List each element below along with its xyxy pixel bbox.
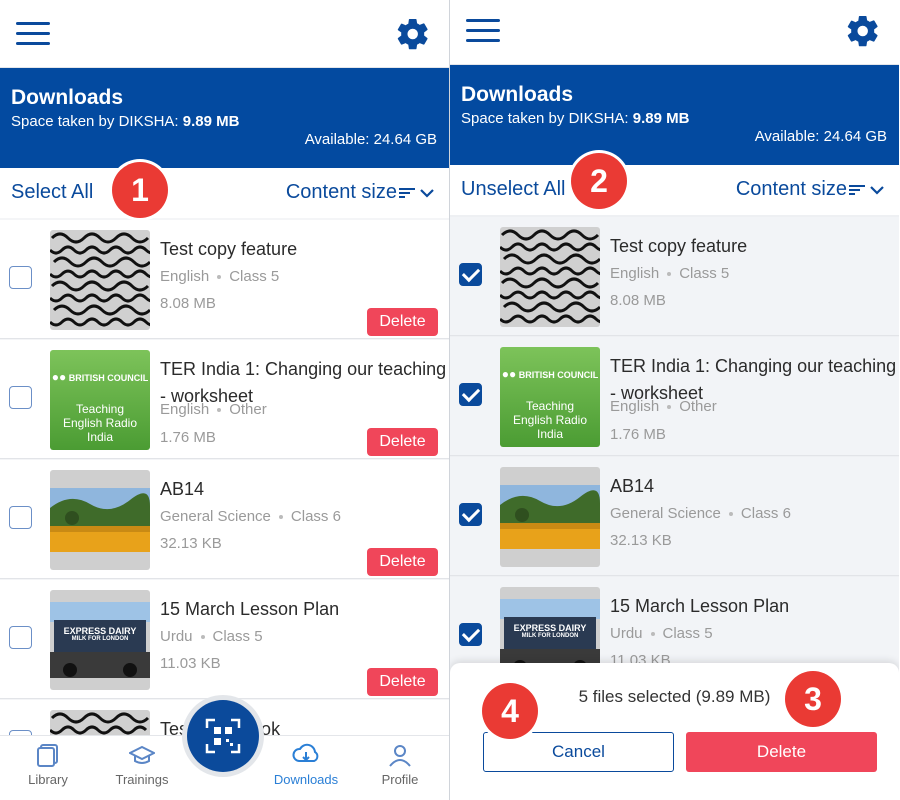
item-meta: Urdu Class 5 <box>610 625 713 642</box>
delete-selected-button[interactable]: Delete <box>686 732 877 772</box>
page-title: Downloads <box>461 83 574 106</box>
item-checkbox[interactable] <box>9 506 32 529</box>
delete-button[interactable]: Delete <box>367 548 438 576</box>
space-available-text: Available: 24.64 GB <box>304 131 437 148</box>
item-meta: English Other <box>160 401 267 418</box>
list-item[interactable]: EXPRESS DAIRY MILK FOR LONDON 15 March Le… <box>0 580 449 699</box>
cloud-download-icon <box>292 743 319 762</box>
downloads-header: Downloads Space taken by DIKSHA: 9.89 MB… <box>450 65 899 165</box>
british-council-logo: ●● BRITISH COUNCIL <box>51 370 149 384</box>
chevron-down-icon <box>870 185 884 195</box>
sort-by-content-size[interactable]: Content size <box>736 178 885 201</box>
thumbnail-express-dairy: EXPRESS DAIRY MILK FOR LONDON <box>50 590 150 690</box>
item-checkbox-checked[interactable] <box>459 623 482 646</box>
item-checkbox[interactable] <box>9 266 32 289</box>
sort-label: Content size <box>285 181 397 203</box>
hamburger-menu-icon[interactable] <box>466 19 500 43</box>
unselect-all-button[interactable]: Unselect All <box>461 178 566 201</box>
app-top-bar <box>450 0 899 65</box>
list-item[interactable]: AB14 General Science Class 6 32.13 KB Del… <box>0 460 449 579</box>
hamburger-menu-icon[interactable] <box>16 22 50 46</box>
gear-icon[interactable] <box>845 13 881 49</box>
express-dairy-sign: EXPRESS DAIRY MILK FOR LONDON <box>63 626 137 642</box>
item-meta: General Science Class 6 <box>610 505 791 522</box>
space-available-text: Available: 24.64 GB <box>754 128 887 145</box>
item-checkbox-checked[interactable] <box>459 263 482 286</box>
page-title: Downloads <box>11 86 124 109</box>
item-title: Test copy feature <box>610 236 748 256</box>
item-size: 32.13 KB <box>610 532 672 549</box>
downloads-screen-selection-mode: Downloads Space taken by DIKSHA: 9.89 MB… <box>450 0 899 800</box>
space-used-value: 9.89 MB <box>632 110 690 127</box>
nav-trainings[interactable]: Trainings <box>102 742 182 787</box>
item-checkbox[interactable] <box>9 626 32 649</box>
thumbnail-caption: Teaching English Radio India <box>62 402 138 444</box>
item-checkbox-checked[interactable] <box>459 503 482 526</box>
item-size: 1.76 MB <box>610 426 666 443</box>
item-title: AB14 <box>610 476 655 496</box>
graduation-cap-icon <box>129 745 155 764</box>
item-meta: English Class 5 <box>610 265 730 282</box>
thumbnail-landscape <box>500 467 600 567</box>
item-title: 15 March Lesson Plan <box>610 596 790 616</box>
library-icon <box>37 744 58 767</box>
qr-scan-icon <box>205 718 241 754</box>
british-council-logo: ●● BRITISH COUNCIL <box>501 367 599 381</box>
list-item[interactable]: Test copy feature English Class 5 8.08 MB <box>450 217 899 336</box>
delete-button[interactable]: Delete <box>367 668 438 696</box>
nav-library[interactable]: Library <box>8 742 88 787</box>
item-size: 8.08 MB <box>160 295 216 312</box>
delete-button[interactable]: Delete <box>367 428 438 456</box>
select-all-button[interactable]: Select All <box>11 181 93 204</box>
downloads-header: Downloads Space taken by DIKSHA: 9.89 MB… <box>0 68 449 168</box>
list-toolbar: Unselect All Content size <box>450 165 899 215</box>
sort-by-content-size[interactable]: Content size <box>286 181 435 204</box>
downloads-screen-default: Downloads Space taken by DIKSHA: 9.89 MB… <box>0 0 449 800</box>
item-size: 32.13 KB <box>160 535 222 552</box>
step-marker-1: 1 <box>112 162 168 218</box>
step-marker-2: 2 <box>571 153 627 209</box>
gear-icon[interactable] <box>395 16 431 52</box>
list-item[interactable]: ●● BRITISH COUNCIL Teaching English Radio… <box>450 337 899 456</box>
item-meta: Urdu Class 5 <box>160 628 263 645</box>
item-title: 15 March Lesson Plan <box>160 599 340 619</box>
thumbnail-british-council: ●● BRITISH COUNCIL Teaching English Radio… <box>50 350 150 450</box>
sort-lines-icon <box>849 184 865 195</box>
item-checkbox[interactable] <box>9 386 32 409</box>
screenshot-stage: Downloads Space taken by DIKSHA: 9.89 MB… <box>0 0 900 800</box>
thumbnail-qr-pattern <box>50 230 150 330</box>
thumbnail-landscape <box>50 470 150 570</box>
qr-scan-button[interactable] <box>187 700 259 772</box>
item-size: 8.08 MB <box>610 292 666 309</box>
space-used-text: Space taken by DIKSHA: 9.89 MB <box>11 113 240 130</box>
thumbnail-british-council: ●● BRITISH COUNCIL Teaching English Radio… <box>500 347 600 447</box>
item-checkbox-checked[interactable] <box>459 383 482 406</box>
item-meta: English Class 5 <box>160 268 280 285</box>
thumbnail-caption: Teaching English Radio India <box>512 399 588 441</box>
list-item[interactable]: ●● BRITISH COUNCIL Teaching English Radio… <box>0 340 449 459</box>
list-item[interactable]: Test copy feature English Class 5 8.08 MB… <box>0 220 449 339</box>
list-item[interactable]: AB14 General Science Class 6 32.13 KB <box>450 457 899 576</box>
item-size: 11.03 KB <box>160 655 221 672</box>
user-icon <box>389 745 411 767</box>
step-marker-3: 3 <box>785 671 841 727</box>
item-meta: English Other <box>610 398 717 415</box>
chevron-down-icon <box>420 188 434 198</box>
thumbnail-qr-pattern <box>500 227 600 327</box>
space-used-text: Space taken by DIKSHA: 9.89 MB <box>461 110 690 127</box>
nav-downloads[interactable]: Downloads <box>266 742 346 787</box>
step-marker-4: 4 <box>482 683 538 739</box>
item-size: 1.76 MB <box>160 429 216 446</box>
sort-lines-icon <box>399 187 415 198</box>
express-dairy-sign: EXPRESS DAIRY MILK FOR LONDON <box>513 623 587 639</box>
space-used-value: 9.89 MB <box>182 113 240 130</box>
item-title: Test copy feature <box>160 239 298 259</box>
item-title: AB14 <box>160 479 205 499</box>
item-meta: General Science Class 6 <box>160 508 341 525</box>
sort-label: Content size <box>735 178 847 200</box>
delete-button[interactable]: Delete <box>367 308 438 336</box>
nav-profile[interactable]: Profile <box>360 742 440 787</box>
app-top-bar <box>0 0 449 68</box>
list-toolbar: Select All Content size <box>0 168 449 218</box>
